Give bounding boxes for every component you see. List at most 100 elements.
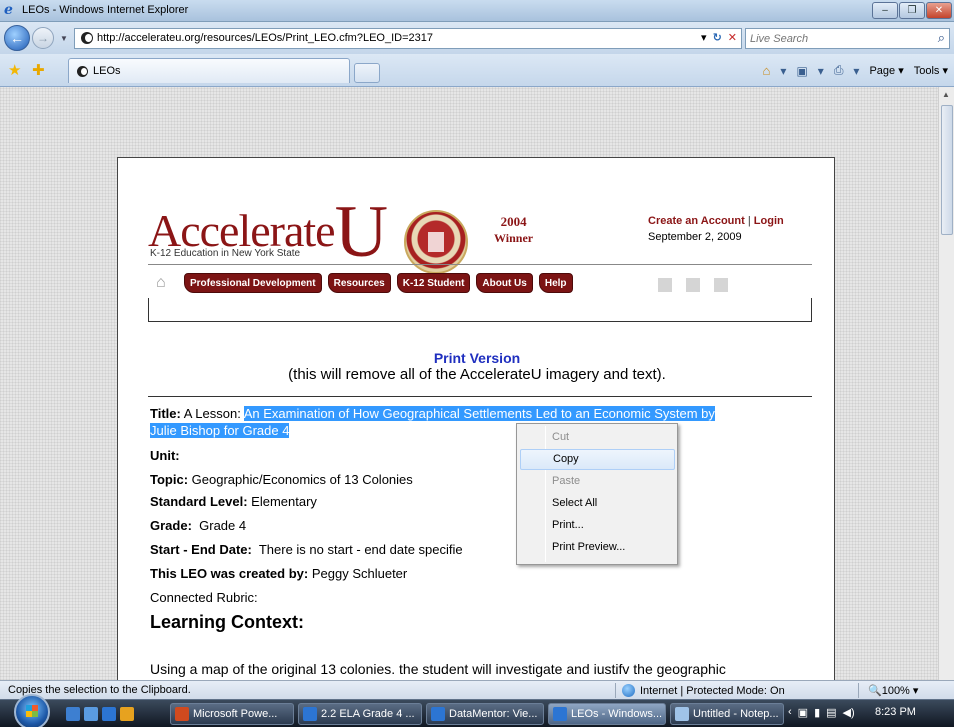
display-icon[interactable]: ▤ <box>826 706 836 719</box>
refresh-icon[interactable]: ↻ <box>713 31 722 44</box>
taskbar-item-notepad[interactable]: Untitled - Notep... <box>670 703 784 725</box>
print-version-title[interactable]: Print Version <box>118 350 836 366</box>
taskbar: Microsoft Powe... 2.2 ELA Grade 4 ... Da… <box>0 694 954 727</box>
volume-icon[interactable]: ◀) <box>843 706 855 719</box>
header-box <box>148 298 812 322</box>
topic-row: Topic: Geographic/Economics of 13 Coloni… <box>150 472 413 487</box>
logo-tagline: K-12 Education in New York State <box>150 248 301 259</box>
login-link[interactable]: Login <box>754 215 784 227</box>
recent-pages-dropdown-icon[interactable]: ▼ <box>60 34 68 43</box>
back-button[interactable]: ← <box>4 25 30 51</box>
leo-title-row-2: Julie Bishop for Grade 4 <box>150 423 290 438</box>
nav-k12-student[interactable]: K-12 Student <box>396 273 471 293</box>
logo-wordmark: AccelerateU <box>148 191 388 273</box>
page-menu-button[interactable]: Page ▾ <box>869 64 903 77</box>
taskbar-item-ela[interactable]: 2.2 ELA Grade 4 ... <box>298 703 422 725</box>
favorites-star-icon[interactable]: ★ <box>8 61 21 79</box>
ie-icon <box>553 707 567 721</box>
tray-expand-icon[interactable]: ‹ <box>788 706 792 719</box>
page-content: AccelerateU K-12 Education in New York S… <box>117 157 835 680</box>
close-button[interactable]: ✕ <box>926 2 952 19</box>
tab-label: LEOs <box>93 65 121 77</box>
powerpoint-icon <box>175 707 189 721</box>
account-links: Create an Account | Login September 2, 2… <box>648 215 784 243</box>
menu-item-print[interactable]: Print... <box>520 515 675 536</box>
standard-level-row: Standard Level: Elementary <box>150 494 317 509</box>
command-bar: ⌂ ▾ ▣ ▾ ⎙ ▾ Page ▾ Tools ▾ <box>763 63 948 78</box>
menu-item-copy[interactable]: Copy <box>520 449 675 470</box>
selected-title-text[interactable]: An Examination of How Geographical Settl… <box>243 406 715 421</box>
current-date: September 2, 2009 <box>648 231 742 243</box>
tab-favicon-icon <box>77 66 88 77</box>
new-tab-button[interactable] <box>354 63 380 83</box>
home-dropdown-icon[interactable]: ▾ <box>780 64 786 78</box>
stop-icon[interactable]: ✕ <box>728 31 737 44</box>
search-input[interactable] <box>750 31 920 46</box>
add-favorites-icon[interactable]: ✚ <box>32 61 45 79</box>
clock[interactable]: 8:23 PM <box>875 706 916 718</box>
site-nav: ⌂ Professional Development Resources K-1… <box>156 273 573 293</box>
forward-button[interactable]: → <box>32 27 54 49</box>
unit-row: Unit: <box>150 448 180 463</box>
selected-title-text-2[interactable]: Julie Bishop for Grade 4 <box>150 423 290 438</box>
print-icon[interactable]: ⎙ <box>834 63 844 78</box>
status-bar: Copies the selection to the Clipboard. I… <box>0 680 954 699</box>
taskbar-item-datamentor[interactable]: DataMentor: Vie... <box>426 703 544 725</box>
minimize-button[interactable]: – <box>872 2 898 19</box>
ie-icon <box>431 707 445 721</box>
nav-resources[interactable]: Resources <box>327 273 391 293</box>
dates-row: Start - End Date: There is no start - en… <box>150 542 463 557</box>
feeds-icon[interactable]: ▣ <box>796 64 807 78</box>
notepad-icon <box>675 707 689 721</box>
address-controls: ▾ ↻ ✕ <box>701 31 737 44</box>
address-bar-row: ← → ▼ http://accelerateu.org/resources/L… <box>0 22 954 54</box>
show-desktop-icon[interactable] <box>66 707 80 721</box>
start-button[interactable] <box>14 694 50 727</box>
security-zone[interactable]: Internet | Protected Mode: On <box>622 684 785 697</box>
menu-item-cut: Cut <box>552 431 570 443</box>
decorative-squares <box>658 278 728 292</box>
link-separator: | <box>747 215 751 227</box>
menu-item-print-preview[interactable]: Print Preview... <box>520 537 675 558</box>
search-icon[interactable]: ⌕ <box>938 30 945 46</box>
network-icon[interactable]: ▣ <box>798 706 808 719</box>
power-icon[interactable]: ▮ <box>814 706 820 719</box>
print-dropdown-icon[interactable]: ▾ <box>853 64 859 78</box>
system-tray-icons: ‹ ▣ ▮ ▤ ◀) <box>788 706 855 719</box>
ie-logo-icon: e <box>4 2 13 18</box>
taskbar-item-leos[interactable]: LEOs - Windows... <box>548 703 666 725</box>
switch-windows-icon[interactable] <box>84 707 98 721</box>
ie-quicklaunch-icon[interactable] <box>102 707 116 721</box>
address-dropdown-icon[interactable]: ▾ <box>701 31 707 44</box>
taskbar-item-powerpoint[interactable]: Microsoft Powe... <box>170 703 294 725</box>
site-home-icon[interactable]: ⌂ <box>156 274 174 292</box>
nav-professional-development[interactable]: Professional Development <box>184 273 322 293</box>
learning-context-heading: Learning Context: <box>150 612 305 632</box>
scroll-thumb[interactable] <box>941 105 953 235</box>
tools-menu-button[interactable]: Tools ▾ <box>914 64 948 77</box>
maximize-button[interactable]: ❐ <box>899 2 925 19</box>
ie-icon <box>303 707 317 721</box>
address-field[interactable]: http://accelerateu.org/resources/LEOs/Pr… <box>74 28 742 49</box>
window-titlebar[interactable]: e LEOs - Windows Internet Explorer – ❐ ✕ <box>0 0 954 22</box>
accelerateu-logo[interactable]: AccelerateU K-12 Education in New York S… <box>148 191 388 273</box>
menu-item-paste: Paste <box>552 475 581 487</box>
home-icon[interactable]: ⌂ <box>763 63 771 78</box>
header-divider <box>148 264 812 265</box>
created-by-row: This LEO was created by: Peggy Schlueter <box>150 566 408 581</box>
nav-about-us[interactable]: About Us <box>476 273 533 293</box>
url-text[interactable]: http://accelerateu.org/resources/LEOs/Pr… <box>97 32 433 44</box>
create-account-link[interactable]: Create an Account <box>648 215 745 227</box>
print-divider <box>148 396 812 397</box>
search-box[interactable]: ⌕ <box>745 28 950 49</box>
firefox-quicklaunch-icon[interactable] <box>120 707 134 721</box>
tab-leos[interactable]: LEOs <box>68 58 350 83</box>
scroll-up-icon[interactable]: ▲ <box>942 90 950 99</box>
rubric-row: Connected Rubric: <box>150 590 258 605</box>
vertical-scrollbar[interactable]: ▲ <box>938 87 954 680</box>
menu-item-select-all[interactable]: Select All <box>520 493 675 514</box>
zoom-level[interactable]: 🔍100% ▾ <box>868 684 918 697</box>
award-text: 2004 Winner <box>494 214 534 245</box>
nav-help[interactable]: Help <box>538 273 573 293</box>
feeds-dropdown-icon[interactable]: ▾ <box>818 64 824 78</box>
